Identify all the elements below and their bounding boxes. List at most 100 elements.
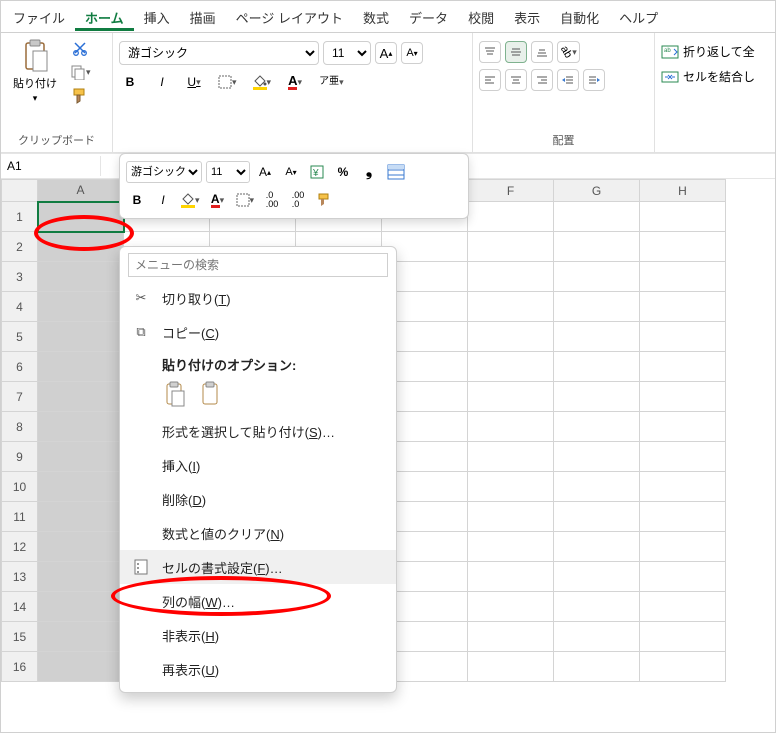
name-box[interactable]: A1 xyxy=(1,156,101,176)
row-header[interactable]: 2 xyxy=(2,232,38,262)
ctx-delete[interactable]: 削除(D) xyxy=(120,482,396,516)
cell[interactable] xyxy=(468,262,554,292)
cell[interactable] xyxy=(38,472,124,502)
cell[interactable] xyxy=(38,502,124,532)
cell[interactable] xyxy=(468,592,554,622)
mini-comma-button[interactable]: ❟ xyxy=(358,161,380,183)
cell[interactable] xyxy=(468,442,554,472)
mini-decrease-decimal[interactable]: .00.0 xyxy=(287,189,309,211)
cell[interactable] xyxy=(554,232,640,262)
format-painter-button[interactable] xyxy=(68,85,92,107)
row-header[interactable]: 10 xyxy=(2,472,38,502)
cell[interactable] xyxy=(38,592,124,622)
cell[interactable] xyxy=(640,202,726,232)
font-name-select[interactable]: 游ゴシック xyxy=(119,41,319,65)
row-header[interactable]: 4 xyxy=(2,292,38,322)
mini-decrease-font[interactable]: A▾ xyxy=(280,161,302,183)
tab-review[interactable]: 校閲 xyxy=(458,2,504,31)
cell[interactable] xyxy=(554,532,640,562)
row-header[interactable]: 8 xyxy=(2,412,38,442)
cell[interactable] xyxy=(554,352,640,382)
row-header[interactable]: 16 xyxy=(2,652,38,682)
increase-font-button[interactable]: A▴ xyxy=(375,42,397,64)
align-middle-button[interactable] xyxy=(505,41,527,63)
mini-increase-font[interactable]: A▴ xyxy=(254,161,276,183)
cell[interactable] xyxy=(468,382,554,412)
mini-italic-button[interactable]: I xyxy=(152,189,174,211)
cell[interactable] xyxy=(554,322,640,352)
column-header-G[interactable]: G xyxy=(554,180,640,202)
cell[interactable] xyxy=(38,442,124,472)
row-header[interactable]: 1 xyxy=(2,202,38,232)
cell[interactable] xyxy=(640,412,726,442)
outdent-button[interactable] xyxy=(557,69,579,91)
cell[interactable] xyxy=(468,472,554,502)
ruby-button[interactable]: ア亜 xyxy=(316,71,347,93)
align-bottom-button[interactable] xyxy=(531,41,553,63)
align-right-button[interactable] xyxy=(531,69,553,91)
cell[interactable] xyxy=(38,412,124,442)
cell[interactable] xyxy=(640,352,726,382)
bold-button[interactable]: B xyxy=(119,71,141,93)
row-header[interactable]: 15 xyxy=(2,622,38,652)
tab-view[interactable]: 表示 xyxy=(504,2,550,31)
cell[interactable] xyxy=(38,562,124,592)
mini-format-painter[interactable] xyxy=(313,189,335,211)
cell[interactable] xyxy=(38,322,124,352)
cell[interactable] xyxy=(38,652,124,682)
orientation-button[interactable]: ab xyxy=(557,41,580,63)
wrap-text-button[interactable]: ab 折り返して全 xyxy=(661,43,755,60)
column-header-H[interactable]: H xyxy=(640,180,726,202)
row-header[interactable]: 12 xyxy=(2,532,38,562)
cell[interactable] xyxy=(468,202,554,232)
tab-draw[interactable]: 描画 xyxy=(180,2,226,31)
cell[interactable] xyxy=(468,562,554,592)
cell[interactable] xyxy=(554,592,640,622)
cell[interactable] xyxy=(554,202,640,232)
border-button[interactable] xyxy=(215,71,240,93)
cell[interactable] xyxy=(640,532,726,562)
cell[interactable] xyxy=(38,532,124,562)
cell[interactable] xyxy=(640,622,726,652)
cell[interactable] xyxy=(38,382,124,412)
row-header[interactable]: 3 xyxy=(2,262,38,292)
italic-button[interactable]: I xyxy=(151,71,173,93)
tab-insert[interactable]: 挿入 xyxy=(134,2,180,31)
ctx-paste-special[interactable]: 形式を選択して貼り付け(S)… xyxy=(120,414,396,448)
copy-button[interactable] xyxy=(67,61,94,83)
align-center-button[interactable] xyxy=(505,69,527,91)
font-color-button[interactable]: A xyxy=(284,71,306,93)
align-top-button[interactable] xyxy=(479,41,501,63)
cell[interactable] xyxy=(38,232,124,262)
mini-fill-button[interactable] xyxy=(178,189,203,211)
row-header[interactable]: 13 xyxy=(2,562,38,592)
ctx-column-width[interactable]: 列の幅(W)… xyxy=(120,584,396,618)
ctx-format-cells[interactable]: セルの書式設定(F)… xyxy=(120,550,396,584)
ctx-search-input[interactable] xyxy=(128,253,388,277)
mini-accounting-button[interactable]: ¥ xyxy=(306,161,328,183)
cell[interactable] xyxy=(468,412,554,442)
mini-bold-button[interactable]: B xyxy=(126,189,148,211)
paste-default-button[interactable] xyxy=(162,380,188,408)
cell[interactable] xyxy=(38,622,124,652)
indent-button[interactable] xyxy=(583,69,605,91)
merge-cells-button[interactable]: セルを結合し xyxy=(661,68,755,85)
ctx-hide[interactable]: 非表示(H) xyxy=(120,618,396,652)
ctx-cut[interactable]: ✂ 切り取り(T) xyxy=(120,281,396,315)
row-header[interactable]: 7 xyxy=(2,382,38,412)
cell[interactable] xyxy=(554,292,640,322)
cell[interactable] xyxy=(640,382,726,412)
cell[interactable] xyxy=(554,562,640,592)
cell[interactable] xyxy=(38,202,124,232)
cell[interactable] xyxy=(640,592,726,622)
cell[interactable] xyxy=(640,292,726,322)
cell[interactable] xyxy=(38,262,124,292)
ctx-insert[interactable]: 挿入(I) xyxy=(120,448,396,482)
cell[interactable] xyxy=(554,502,640,532)
column-header-A[interactable]: A xyxy=(38,180,124,202)
cell[interactable] xyxy=(468,532,554,562)
mini-fontcolor-button[interactable]: A xyxy=(207,189,229,211)
tab-file[interactable]: ファイル xyxy=(3,2,75,31)
cell[interactable] xyxy=(554,622,640,652)
cell[interactable] xyxy=(468,502,554,532)
